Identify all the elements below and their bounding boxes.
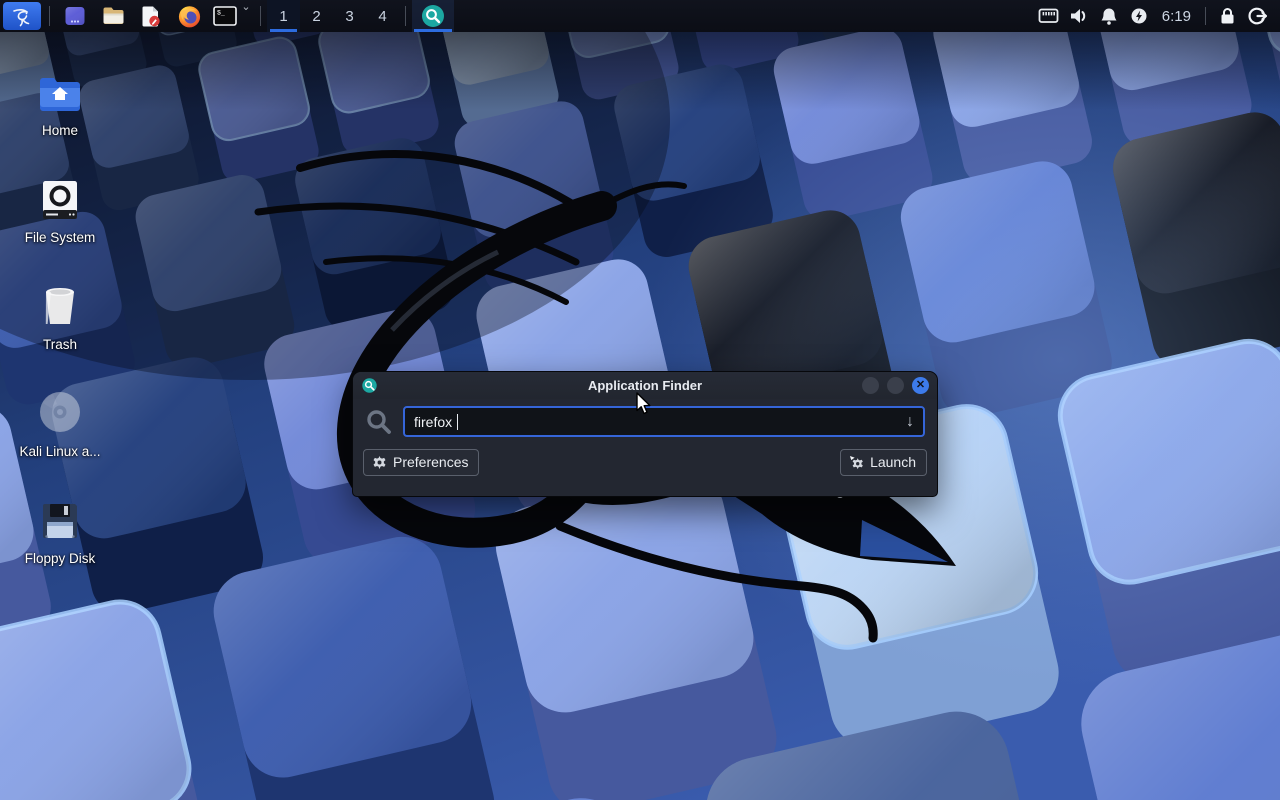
panel-separator xyxy=(405,6,406,26)
panel-separator xyxy=(49,6,50,26)
lock-screen-button[interactable] xyxy=(1214,3,1240,29)
gear-icon xyxy=(372,455,387,470)
desktop-icon-label: Floppy Disk xyxy=(25,551,96,566)
search-icon xyxy=(365,408,393,436)
desktop-icon-floppy[interactable]: Floppy Disk xyxy=(8,482,112,589)
kali-menu-button[interactable] xyxy=(3,2,41,30)
workspace-4[interactable]: 4 xyxy=(366,0,399,32)
close-icon: ✕ xyxy=(916,380,925,391)
notifications-tray-icon[interactable] xyxy=(1096,3,1122,29)
terminal-launcher[interactable]: $_ xyxy=(208,0,242,32)
workspace-2[interactable]: 2 xyxy=(300,0,333,32)
maximize-button[interactable] xyxy=(887,377,904,394)
desktop-icon-label: Home xyxy=(42,123,78,138)
launch-button[interactable]: Launch xyxy=(840,449,927,476)
panel-separator xyxy=(1205,7,1206,25)
volume-tray-icon[interactable] xyxy=(1066,3,1092,29)
top-panel: $_ ⌄ 1 2 3 4 xyxy=(0,0,1280,32)
terminal-glyph: $_ xyxy=(217,10,225,17)
desktop-icon-label: Trash xyxy=(43,337,77,352)
file-manager-launcher[interactable] xyxy=(94,0,132,32)
window-title: Application Finder xyxy=(353,378,937,393)
appfinder-icon xyxy=(420,3,446,29)
network-tray-icon[interactable] xyxy=(1036,3,1062,29)
search-input-value: firefox xyxy=(414,414,452,430)
clock[interactable]: 6:19 xyxy=(1156,8,1197,25)
application-finder-window: Application Finder ✕ firefox ↓ xyxy=(352,371,938,497)
close-button[interactable]: ✕ xyxy=(912,377,929,394)
desktop: $_ ⌄ 1 2 3 4 xyxy=(0,0,1280,800)
panel-separator xyxy=(260,6,261,26)
desktop-icon-trash[interactable]: Trash xyxy=(8,268,112,375)
workspace-3-label: 3 xyxy=(345,8,353,25)
home-folder-icon xyxy=(37,62,83,114)
preferences-label: Preferences xyxy=(393,454,468,470)
desktop-icon-label: File System xyxy=(25,230,96,245)
desktop-icon-column: Home File System xyxy=(8,54,112,589)
trash-icon xyxy=(38,276,82,328)
appfinder-window-icon xyxy=(361,377,378,394)
show-desktop-button[interactable] xyxy=(56,0,94,32)
titlebar[interactable]: Application Finder ✕ xyxy=(353,372,937,399)
folder-icon xyxy=(101,4,126,28)
workspace-3[interactable]: 3 xyxy=(333,0,366,32)
logout-button[interactable] xyxy=(1244,3,1270,29)
firefox-launcher[interactable] xyxy=(170,0,208,32)
desktop-icon-file-system[interactable]: File System xyxy=(8,161,112,268)
desktop-icon-kali-docs[interactable]: Kali Linux a... xyxy=(8,375,112,482)
minimize-button[interactable] xyxy=(862,377,879,394)
power-manager-tray-icon[interactable] xyxy=(1126,3,1152,29)
workspace-4-label: 4 xyxy=(378,8,386,25)
text-editor-icon xyxy=(139,4,163,28)
dropdown-arrow-icon[interactable]: ↓ xyxy=(906,413,914,431)
workspace-1[interactable]: 1 xyxy=(267,0,300,32)
hard-drive-icon xyxy=(39,169,81,221)
run-gear-icon xyxy=(849,455,864,470)
text-caret xyxy=(457,414,458,430)
workspace-1-label: 1 xyxy=(279,8,287,25)
floppy-disk-icon xyxy=(39,490,81,542)
workspace-2-label: 2 xyxy=(312,8,320,25)
desktop-icon-label: Kali Linux a... xyxy=(19,444,100,459)
firefox-icon xyxy=(177,4,202,29)
text-editor-launcher[interactable] xyxy=(132,0,170,32)
launch-label: Launch xyxy=(870,454,916,470)
cd-disc-icon xyxy=(37,383,83,435)
kali-logo-icon xyxy=(10,4,34,28)
terminal-icon: $_ xyxy=(212,4,238,28)
search-input[interactable]: firefox ↓ xyxy=(403,406,925,437)
taskbar-appfinder-window[interactable] xyxy=(412,0,454,32)
preferences-button[interactable]: Preferences xyxy=(363,449,479,476)
desktop-icon-home[interactable]: Home xyxy=(8,54,112,161)
desktop-icon xyxy=(63,4,87,28)
chevron-down-icon[interactable]: ⌄ xyxy=(238,0,254,32)
